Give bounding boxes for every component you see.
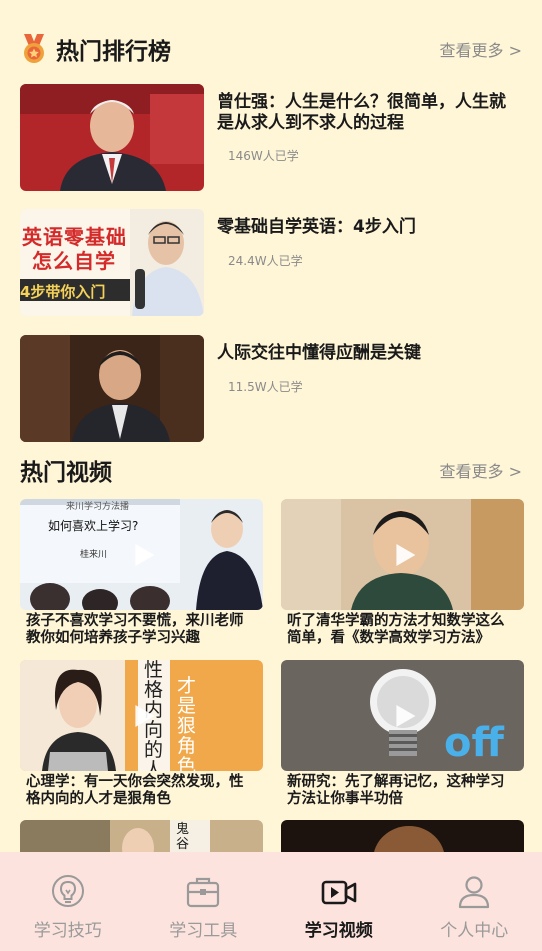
thumbnail-caption: off xyxy=(444,720,504,766)
tab-learning-videos[interactable]: 学习视频 xyxy=(271,852,407,951)
video-card[interactable]: 听了清华学霸的方法才知数学这么简单，看《数学高效学习方法》 xyxy=(281,499,524,647)
video-thumbnail: 性格内向的人 才是狠角色 xyxy=(20,660,263,771)
ranking-item[interactable]: 英语零基础 怎么自学 4步带你入门 零基础自学英语：4步入门 24.4W人已学 xyxy=(20,209,520,317)
tab-learning-tips[interactable]: 学习技巧 xyxy=(0,852,136,951)
play-icon[interactable] xyxy=(132,543,156,567)
section-title-hot-videos: 热门视频 xyxy=(20,460,112,486)
video-title: 听了清华学霸的方法才知数学这么简单，看《数学高效学习方法》 xyxy=(287,613,505,646)
hot-videos-header: 热门视频 查看更多 > xyxy=(20,452,522,488)
thumbnail-caption: 鬼谷 xyxy=(176,822,190,852)
video-thumbnail: off xyxy=(281,660,524,771)
medal-icon xyxy=(24,34,44,63)
ranking-learner-count: 11.5W人已学 xyxy=(228,380,303,394)
tab-label: 学习工具 xyxy=(169,921,238,941)
thumbnail-caption: 才是狠角色 xyxy=(177,675,197,771)
play-icon[interactable] xyxy=(393,704,417,728)
ranking-thumbnail: 英语零基础 怎么自学 4步带你入门 xyxy=(20,209,204,316)
video-card[interactable]: off 新研究：先了解再记忆，这种学习方法让你事半功倍 xyxy=(281,660,524,808)
section-title-hot-ranking: 热门排行榜 xyxy=(56,39,171,65)
ranking-thumbnail xyxy=(20,84,204,191)
thumbnail-caption: 怎么自学 xyxy=(32,249,116,273)
ranking-title: 零基础自学英语：4步入门 xyxy=(217,217,416,237)
tab-label: 学习视频 xyxy=(304,921,373,941)
ranking-item[interactable]: 曾仕强：人生是什么？很简单，人生就是从求人到不求人的过程 146W人已学 xyxy=(20,84,520,192)
ranking-item[interactable]: 人际交往中懂得应酬是关键 11.5W人已学 xyxy=(20,335,520,443)
tab-personal-center[interactable]: 个人中心 xyxy=(407,852,542,951)
video-title: 心理学：有一天你会突然发现，性格内向的人才是狠角色 xyxy=(26,774,244,807)
video-thumbnail: 来川学习方法播 如何喜欢上学习? 桂来川 xyxy=(20,499,263,610)
lightbulb-icon xyxy=(51,875,84,907)
video-title: 新研究：先了解再记忆，这种学习方法让你事半功倍 xyxy=(287,774,505,807)
video-card[interactable]: 性格内向的人 才是狠角色 心理学：有一天你会突然发现，性格内向的人才是狠角色 xyxy=(20,660,263,808)
video-icon xyxy=(321,880,357,905)
thumbnail-caption: 来川学习方法播 xyxy=(66,502,130,512)
hot-ranking-header: 热门排行榜 查看更多 > xyxy=(20,31,522,67)
ranking-thumbnail xyxy=(20,335,204,442)
thumbnail-caption: 桂来川 xyxy=(80,550,108,560)
bottom-tab-bar: 学习技巧 学习工具 学习视频 个人中心 xyxy=(0,852,542,951)
tab-label: 学习技巧 xyxy=(33,921,102,941)
ranking-title: 人际交往中懂得应酬是关键 xyxy=(217,343,421,363)
play-icon[interactable] xyxy=(132,704,156,728)
thumbnail-caption: 4步带你入门 xyxy=(20,283,106,301)
ranking-title: 曾仕强：人生是什么？很简单，人生就是从求人到不求人的过程 xyxy=(217,92,506,133)
tab-learning-tools[interactable]: 学习工具 xyxy=(136,852,272,951)
ranking-learner-count: 24.4W人已学 xyxy=(228,254,303,268)
more-link-hot-ranking[interactable]: 查看更多 > xyxy=(440,37,523,61)
thumbnail-caption: 如何喜欢上学习? xyxy=(48,519,139,533)
tab-label: 个人中心 xyxy=(440,921,509,941)
play-icon[interactable] xyxy=(393,543,417,567)
person-icon xyxy=(459,876,490,909)
video-card[interactable]: 来川学习方法播 如何喜欢上学习? 桂来川 孩子不喜欢学习不要慌，来川老师教你如何… xyxy=(20,499,263,647)
video-thumbnail xyxy=(281,499,524,610)
video-title: 孩子不喜欢学习不要慌，来川老师教你如何培养孩子学习兴趣 xyxy=(26,613,244,646)
more-link-hot-videos[interactable]: 查看更多 > xyxy=(440,458,523,482)
ranking-learner-count: 146W人已学 xyxy=(228,149,299,163)
toolbox-icon xyxy=(187,877,220,908)
